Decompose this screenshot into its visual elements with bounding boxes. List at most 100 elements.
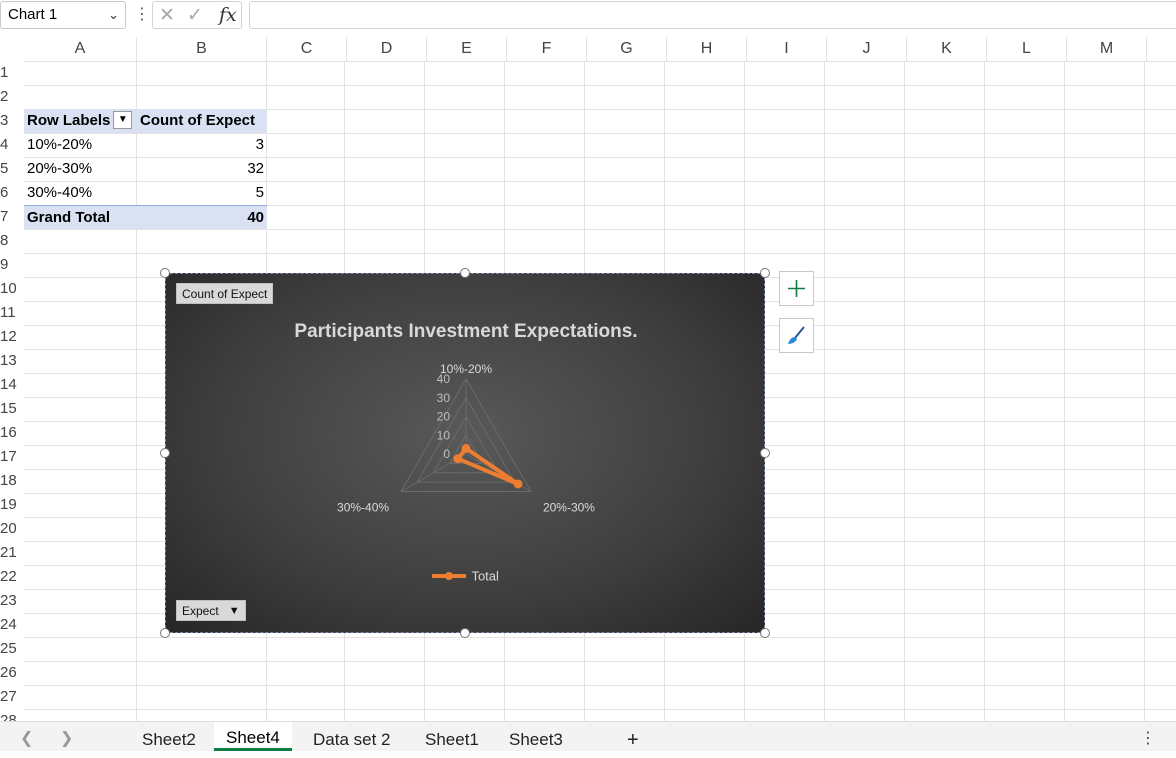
resize-handle[interactable] (460, 628, 470, 638)
row-header[interactable]: 28 (0, 709, 24, 721)
row-header[interactable]: 9 (0, 253, 24, 277)
row-header[interactable]: 10 (0, 277, 24, 301)
radar-tick-label: 30 (437, 391, 451, 405)
filter-icon[interactable]: ▼ (113, 111, 133, 130)
pivot-count-header[interactable]: Count of Expect (137, 109, 267, 133)
row-header[interactable]: 2 (0, 85, 24, 109)
row-header[interactable]: 20 (0, 517, 24, 541)
pivot-row-value[interactable]: 5 (137, 181, 267, 205)
row-header[interactable]: 18 (0, 469, 24, 493)
pivot-row-label[interactable]: 10%-20% (24, 133, 137, 157)
column-header-a[interactable]: A (24, 37, 137, 61)
filter-icon[interactable]: ▼ (229, 601, 240, 622)
legend-line-icon (432, 571, 466, 580)
pivot-chart[interactable]: Count of Expect Participants Investment … (165, 273, 765, 633)
resize-handle[interactable] (160, 268, 170, 278)
column-header-l[interactable]: L (987, 37, 1067, 61)
resize-handle[interactable] (760, 268, 770, 278)
row-header[interactable]: 22 (0, 565, 24, 589)
chart-legend[interactable]: Total (431, 567, 499, 583)
row-header[interactable]: 4 (0, 133, 24, 157)
next-sheet-icon[interactable]: ❯ (60, 728, 73, 748)
row-header[interactable]: 24 (0, 613, 24, 637)
pivot-grand-total-value[interactable]: 40 (137, 205, 267, 229)
name-box-value: Chart 1 (8, 6, 58, 23)
prev-sheet-icon[interactable]: ❮ (20, 728, 33, 748)
column-header-e[interactable]: E (427, 37, 507, 61)
resize-handle[interactable] (160, 628, 170, 638)
sheet-tab-sheet2[interactable]: Sheet2 (130, 722, 208, 751)
sheet-tab-sheet3[interactable]: Sheet3 (497, 722, 575, 751)
formula-bar: Chart 1 ⌄ ⋮ ✕ ✓ fx (0, 0, 1176, 30)
pivot-row-labels-header[interactable]: Row Labels ▼ (24, 109, 137, 133)
axis-field-button[interactable]: Expect ▼ (176, 600, 246, 621)
insert-function-icon[interactable]: fx (219, 4, 237, 26)
column-header-g[interactable]: G (587, 37, 667, 61)
plus-icon (788, 280, 805, 297)
row-header[interactable]: 19 (0, 493, 24, 517)
formula-actions: ✕ ✓ fx (152, 1, 242, 29)
radar-category-label: 20%-30% (543, 501, 595, 515)
row-header[interactable]: 26 (0, 661, 24, 685)
row-header[interactable]: 16 (0, 421, 24, 445)
sheet-tab-sheet4[interactable]: Sheet4 (214, 722, 292, 751)
row-header[interactable]: 3 (0, 109, 24, 133)
row-header[interactable]: 5 (0, 157, 24, 181)
pivot-row-label[interactable]: 30%-40% (24, 181, 137, 205)
pivot-row-value[interactable]: 3 (137, 133, 267, 157)
row-header[interactable]: 23 (0, 589, 24, 613)
row-header[interactable]: 13 (0, 349, 24, 373)
cancel-icon[interactable]: ✕ (159, 4, 175, 27)
row-header[interactable]: 8 (0, 229, 24, 253)
pivot-row-labels-text: Row Labels (27, 112, 111, 129)
add-sheet-button[interactable]: + (615, 722, 651, 751)
row-header[interactable]: 17 (0, 445, 24, 469)
sheet-tab-sheet1[interactable]: Sheet1 (413, 722, 491, 751)
radar-data-point (453, 454, 463, 464)
resize-handle[interactable] (160, 448, 170, 458)
column-header-d[interactable]: D (347, 37, 427, 61)
column-header-m[interactable]: M (1067, 37, 1147, 61)
resize-handle[interactable] (760, 628, 770, 638)
column-header-j[interactable]: J (827, 37, 907, 61)
sheet-tab-data-set-2[interactable]: Data set 2 (301, 722, 403, 751)
paintbrush-icon (788, 326, 805, 344)
resize-handle[interactable] (760, 448, 770, 458)
column-header-b[interactable]: B (137, 37, 267, 61)
radar-category-label: 30%-40% (337, 501, 389, 515)
radar-data-point (461, 443, 471, 453)
chevron-down-icon[interactable]: ⌄ (108, 2, 119, 28)
name-box[interactable]: Chart 1 ⌄ (0, 1, 126, 29)
row-header[interactable]: 21 (0, 541, 24, 565)
formula-input[interactable] (249, 1, 1176, 29)
column-header-k[interactable]: K (907, 37, 987, 61)
column-header-f[interactable]: F (507, 37, 587, 61)
more-options-icon[interactable]: ⋮ (1140, 728, 1156, 748)
row-header[interactable]: 11 (0, 301, 24, 325)
column-header-h[interactable]: H (667, 37, 747, 61)
column-header-i[interactable]: I (747, 37, 827, 61)
row-header[interactable]: 1 (0, 61, 24, 85)
select-all-corner[interactable] (0, 37, 24, 61)
pivot-row-value[interactable]: 32 (137, 157, 267, 181)
legend-label: Total (471, 568, 499, 584)
row-header[interactable]: 27 (0, 685, 24, 709)
row-header[interactable]: 25 (0, 637, 24, 661)
more-options-icon[interactable]: ⋮ (134, 4, 150, 24)
row-header[interactable]: 7 (0, 205, 24, 229)
radar-tick-label: 10 (437, 428, 451, 442)
sheet-tab-bar: ❮ ❯ Sheet2 Sheet4 Data set 2 Sheet1 Shee… (0, 721, 1176, 751)
chart-elements-button[interactable] (779, 271, 814, 306)
row-header[interactable]: 14 (0, 373, 24, 397)
row-header[interactable]: 12 (0, 325, 24, 349)
pivot-grand-total-label[interactable]: Grand Total (24, 205, 137, 229)
enter-icon[interactable]: ✓ (187, 4, 203, 27)
resize-handle[interactable] (460, 268, 470, 278)
chart-styles-button[interactable] (779, 318, 814, 353)
pivot-row-label[interactable]: 20%-30% (24, 157, 137, 181)
radar-data-point (513, 479, 523, 489)
row-header[interactable]: 6 (0, 181, 24, 205)
radar-category-label: 10%-20% (440, 362, 492, 376)
column-header-c[interactable]: C (267, 37, 347, 61)
row-header[interactable]: 15 (0, 397, 24, 421)
